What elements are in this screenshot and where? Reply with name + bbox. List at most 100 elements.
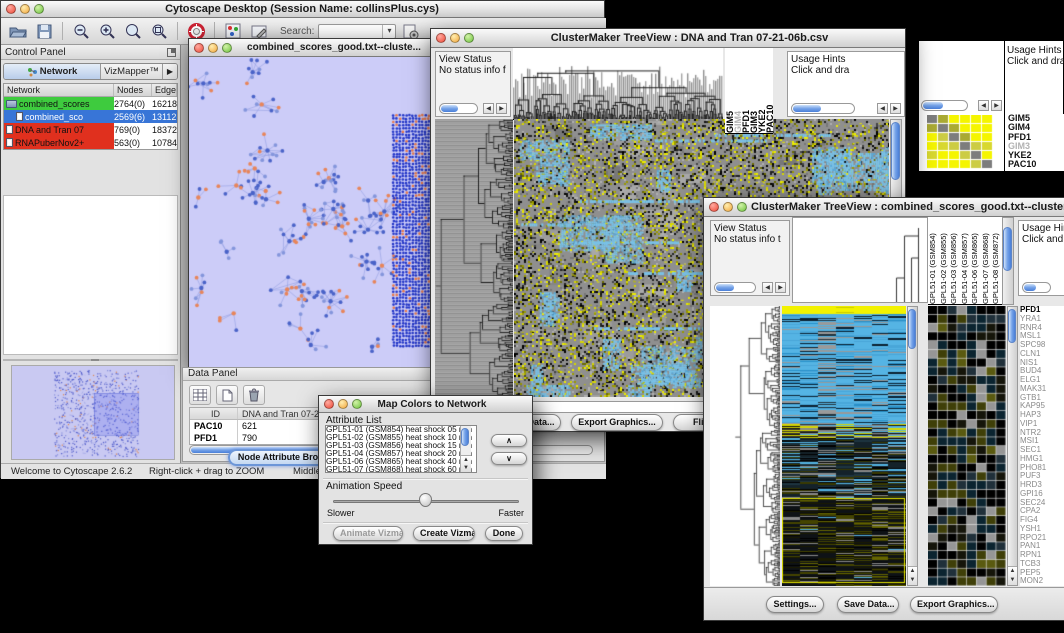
create-vizmap-button[interactable]: Create Vizmap xyxy=(413,526,475,541)
tab-overflow-arrow[interactable]: ▶ xyxy=(162,64,177,79)
scroll-right-icon[interactable]: ▶ xyxy=(775,282,786,293)
minimize-icon[interactable] xyxy=(208,43,218,53)
save-button[interactable] xyxy=(33,21,55,42)
main-titlebar[interactable]: Cytoscape Desktop (Session Name: collins… xyxy=(1,1,604,18)
zoom-v-scrollbar[interactable]: ▲▼ xyxy=(1007,306,1018,586)
splitter-grip[interactable] xyxy=(91,359,99,361)
scroll-right-icon[interactable]: ▶ xyxy=(890,103,901,114)
minimize-icon[interactable] xyxy=(338,399,348,409)
delete-attribute-button[interactable] xyxy=(243,385,265,405)
save-data-button[interactable]: Save Data... xyxy=(837,596,899,613)
close-icon[interactable] xyxy=(709,202,719,212)
scrollbar-thumb[interactable] xyxy=(1008,309,1016,343)
treeview2-titlebar[interactable]: ClusterMaker TreeView : combined_scores_… xyxy=(704,198,1064,217)
row-dendrogram-canvas[interactable] xyxy=(435,119,513,397)
export-graphics-button[interactable]: Export Graphics... xyxy=(571,414,663,431)
attribute-list-scrollbar[interactable]: ▲▼ xyxy=(460,426,471,472)
scrollbar-track[interactable] xyxy=(921,100,968,111)
zoom-heatmap-canvas[interactable] xyxy=(928,306,1006,586)
zoom-in-button[interactable] xyxy=(96,21,118,42)
zoom-out-button[interactable] xyxy=(70,21,92,42)
open-button[interactable] xyxy=(7,21,29,42)
scrollbar-thumb[interactable] xyxy=(461,428,469,446)
column-label[interactable]: GPL51-04 (GSM857) xyxy=(960,217,971,304)
scroll-arrows[interactable]: ▲▼ xyxy=(461,455,471,472)
scroll-left-icon[interactable]: ◀ xyxy=(877,103,888,114)
maximize-icon[interactable] xyxy=(34,4,44,14)
network-row[interactable]: combined_sco 2569(6) 13112(15) xyxy=(4,110,177,123)
scrollbar-thumb[interactable] xyxy=(1003,227,1012,271)
tab-network[interactable]: Network xyxy=(4,64,100,79)
new-attribute-button[interactable] xyxy=(216,385,238,405)
minimize-icon[interactable] xyxy=(450,33,460,43)
scroll-right-icon[interactable]: ▶ xyxy=(991,100,1002,111)
speed-slider-thumb[interactable] xyxy=(419,493,432,507)
gene-label[interactable]: PAC10 xyxy=(1008,160,1064,169)
tab-vizmapper[interactable]: VizMapper™ xyxy=(100,64,162,79)
global-v-scrollbar[interactable]: ▲▼ xyxy=(907,306,918,586)
move-up-button[interactable]: ∧ xyxy=(491,434,527,447)
column-label[interactable]: GPL51-01 (GSM854) xyxy=(928,217,939,304)
export-graphics-button[interactable]: Export Graphics... xyxy=(910,596,998,613)
col-nodes[interactable]: Nodes xyxy=(114,84,152,96)
done-button[interactable]: Done xyxy=(485,526,523,541)
network-row[interactable]: RNAPuberNov2+ 563(0) 107847(0) xyxy=(4,136,177,149)
hints-scrollbar[interactable] xyxy=(1022,281,1064,293)
column-label[interactable]: PAC10 xyxy=(765,48,773,133)
status-scrollbar[interactable]: ◀▶ xyxy=(714,281,786,293)
maximize-icon[interactable] xyxy=(737,202,747,212)
gene-label[interactable]: MON2 xyxy=(1020,577,1064,586)
float-panel-icon[interactable] xyxy=(167,48,176,57)
column-label[interactable]: GIM5 xyxy=(725,48,733,133)
zoom-h-scrollbar[interactable]: ◀▶ xyxy=(921,99,1002,111)
column-dendrogram-canvas[interactable] xyxy=(513,48,723,120)
status-scrollbar[interactable]: ◀▶ xyxy=(439,102,507,114)
column-label[interactable]: GPL51-06 (GSM865) xyxy=(970,217,981,304)
hints-scrollbar[interactable]: ◀▶ xyxy=(791,102,901,114)
column-label[interactable]: GPL51-03 (GSM856) xyxy=(949,217,960,304)
scrollbar-thumb[interactable] xyxy=(891,122,900,180)
column-label[interactable]: PFD1 xyxy=(741,48,749,133)
close-icon[interactable] xyxy=(6,4,16,14)
move-down-button[interactable]: ∨ xyxy=(491,452,527,465)
scroll-right-icon[interactable]: ▶ xyxy=(496,103,507,114)
search-dropdown-icon[interactable]: ▾ xyxy=(382,25,395,38)
network-row[interactable]: combined_scores 2764(0) 16218(0) xyxy=(4,97,177,110)
network-view-canvas[interactable] xyxy=(189,57,436,367)
column-label[interactable]: GPL51-07 (GSM868) xyxy=(981,217,992,304)
minimize-icon[interactable] xyxy=(20,4,30,14)
maximize-icon[interactable] xyxy=(464,33,474,43)
column-dendrogram-canvas[interactable] xyxy=(792,217,928,303)
close-icon[interactable] xyxy=(324,399,334,409)
network-overview-canvas[interactable] xyxy=(11,365,175,460)
network-row[interactable]: DNA and Tran 07 769(0) 183728(0) xyxy=(4,123,177,136)
column-label[interactable]: YKE2 xyxy=(757,48,765,133)
select-attributes-button[interactable] xyxy=(189,385,211,405)
column-label-scrollbar[interactable] xyxy=(1002,217,1014,305)
column-label[interactable]: GPL51-02 (GSM855) xyxy=(939,217,950,304)
column-label[interactable]: GPL51-08 (GSM872) xyxy=(991,217,1002,304)
column-label[interactable]: GIM3 xyxy=(749,48,757,133)
col-edges[interactable]: Edges xyxy=(152,84,177,96)
maximize-icon[interactable] xyxy=(222,43,232,53)
animate-vizmap-button[interactable]: Animate Vizmap xyxy=(333,526,403,541)
similarity-heatmap-canvas[interactable] xyxy=(927,115,993,169)
close-icon[interactable] xyxy=(194,43,204,53)
scroll-arrows[interactable]: ▲▼ xyxy=(1008,566,1017,585)
close-icon[interactable] xyxy=(436,33,446,43)
minimize-icon[interactable] xyxy=(723,202,733,212)
global-heatmap-canvas[interactable] xyxy=(782,306,906,586)
attribute-list-item[interactable]: GPL51-07 (GSM868) heat shock 60 min xyxy=(326,466,476,473)
network-view-titlebar[interactable]: combined_scores_good.txt--cluste... xyxy=(189,39,436,57)
row-dendrogram-canvas[interactable] xyxy=(710,306,780,586)
scrollbar-thumb[interactable] xyxy=(923,102,943,109)
scroll-arrows[interactable]: ▲▼ xyxy=(908,566,917,585)
col-network[interactable]: Network xyxy=(4,84,114,96)
scrollbar-thumb[interactable] xyxy=(908,309,916,349)
treeview1-titlebar[interactable]: ClusterMaker TreeView : DNA and Tran 07-… xyxy=(431,29,905,48)
scroll-left-icon[interactable]: ◀ xyxy=(978,100,989,111)
zoom-selected-button[interactable] xyxy=(148,21,170,42)
dialog-titlebar[interactable]: Map Colors to Network xyxy=(319,396,532,413)
maximize-icon[interactable] xyxy=(352,399,362,409)
scroll-left-icon[interactable]: ◀ xyxy=(483,103,494,114)
